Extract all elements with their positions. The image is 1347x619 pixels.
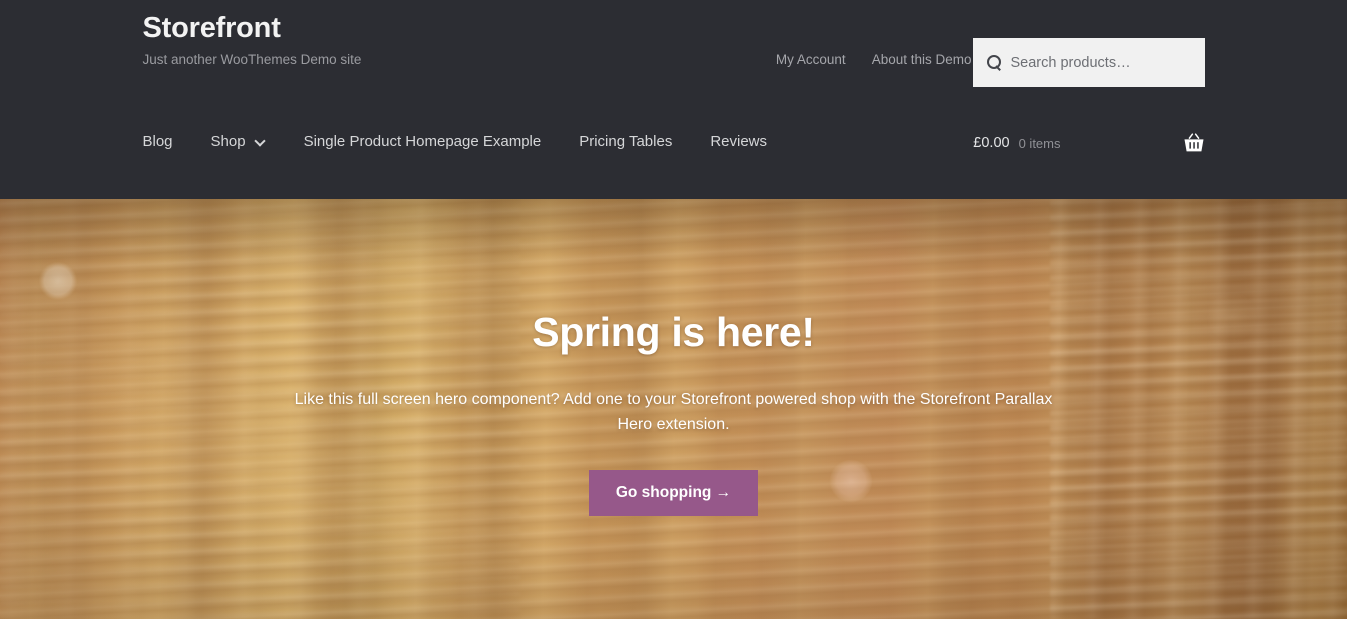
secondary-nav-item-about-this-demo[interactable]: About this Demo — [872, 52, 972, 67]
cart-amount: £0.00 — [973, 135, 1010, 151]
search-input[interactable] — [1010, 54, 1198, 71]
nav-item-single-product-homepage-example[interactable]: Single Product Homepage Example — [304, 133, 542, 150]
cart-item-count: 0 items — [1018, 135, 1061, 151]
shopping-basket-icon[interactable] — [1183, 133, 1205, 153]
hero-section: Spring is here! Like this full screen he… — [0, 199, 1347, 619]
hero-description: Like this full screen hero component? Ad… — [294, 391, 1053, 434]
go-shopping-button[interactable]: Go shopping → — [588, 469, 759, 517]
header-inner: Storefront Just another WooThemes Demo s… — [139, 0, 1209, 199]
site-branding[interactable]: Storefront Just another WooThemes Demo s… — [143, 11, 362, 68]
page-root: Storefront Just another WooThemes Demo s… — [0, 0, 1347, 619]
nav-item-blog-label: Blog — [142, 133, 173, 150]
chevron-down-icon — [256, 136, 266, 146]
nav-item-pricing-tables[interactable]: Pricing Tables — [579, 133, 672, 150]
hero-content: Spring is here! Like this full screen he… — [139, 199, 1209, 517]
nav-item-single-product-homepage-example-label: Single Product Homepage Example — [303, 133, 542, 150]
search-icon — [986, 55, 1002, 70]
nav-item-shop[interactable]: Shop — [211, 133, 266, 150]
secondary-navigation: My Account About this Demo — [776, 52, 972, 67]
primary-navigation-row: Blog Shop Single Product Homepage Exampl… — [139, 133, 1209, 193]
cart-contents[interactable]: £0.00 0 items — [973, 133, 1208, 153]
nav-item-reviews-label: Reviews — [710, 133, 768, 150]
nav-item-blog[interactable]: Blog — [143, 133, 173, 150]
site-header: Storefront Just another WooThemes Demo s… — [0, 0, 1347, 199]
nav-item-reviews[interactable]: Reviews — [710, 133, 767, 150]
product-search-form[interactable] — [972, 38, 1205, 87]
primary-navigation: Blog Shop Single Product Homepage Exampl… — [139, 133, 806, 150]
nav-item-pricing-tables-label: Pricing Tables — [579, 133, 673, 150]
site-description: Just another WooThemes Demo site — [142, 51, 362, 67]
nav-item-shop-label: Shop — [210, 133, 246, 150]
site-title[interactable]: Storefront — [143, 11, 362, 46]
hero-title: Spring is here! — [532, 309, 815, 355]
secondary-nav-item-my-account[interactable]: My Account — [776, 52, 846, 67]
